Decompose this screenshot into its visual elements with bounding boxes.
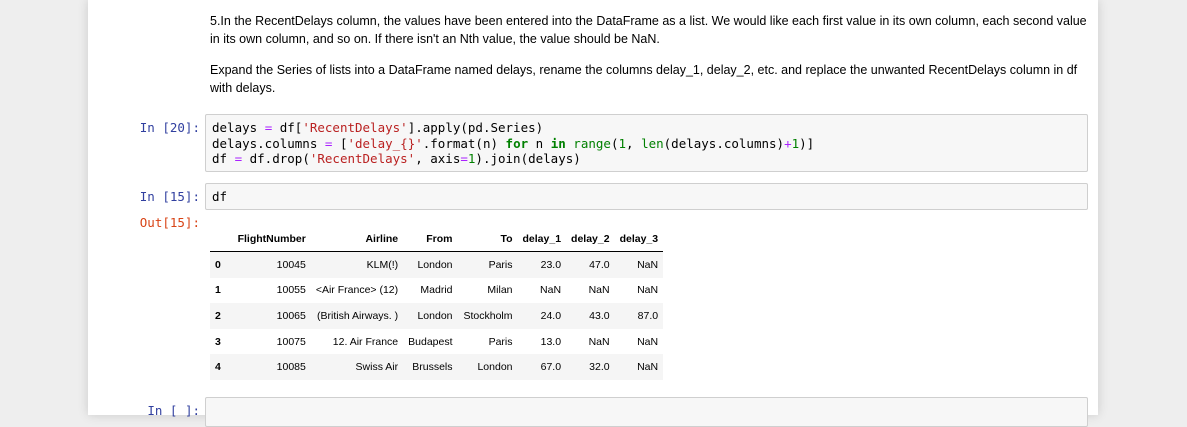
table-cell: Milan (487, 284, 513, 297)
table-header-row: FlightNumber Airline From To delay_1 del… (210, 226, 664, 252)
row-index: 2 (215, 309, 221, 322)
table-cell: NaN (637, 335, 659, 348)
table-cell: Swiss Air (355, 361, 399, 374)
table-cell: 24.0 (540, 309, 562, 322)
column-header: delay_2 (566, 226, 615, 252)
table-cell: NaN (637, 258, 659, 271)
row-index: 0 (215, 258, 221, 271)
table-cell: Paris (488, 335, 513, 348)
table-cell: NaN (637, 361, 659, 374)
table-row: 3 10075 12. Air France Budapest Paris 13… (210, 329, 663, 355)
table-cell: NaN (540, 284, 562, 297)
table-cell: NaN (588, 284, 610, 297)
table-row: 0 10045 KLM(!) London Paris 23.0 47.0 Na… (210, 251, 664, 278)
table-cell: KLM(!) (366, 258, 399, 271)
table-cell: 32.0 (589, 361, 610, 374)
code-cell-input[interactable] (205, 397, 1088, 427)
code-editor[interactable]: df (206, 184, 1087, 209)
table-row: 1 10055 <Air France> (12) Madrid Milan N… (210, 278, 663, 304)
table-cell: NaN (588, 335, 610, 348)
table-cell: London (417, 309, 453, 322)
table-cell: 43.0 (589, 309, 610, 322)
dataframe-table: FlightNumber Airline From To delay_1 del… (210, 226, 664, 380)
markdown-paragraph: 5.In the RecentDelays column, the values… (210, 14, 1087, 46)
column-header: delay_3 (614, 226, 664, 252)
table-cell: NaN (637, 284, 659, 297)
table-cell: Paris (488, 258, 513, 271)
table-cell: London (477, 361, 513, 374)
code-cell-input[interactable]: df (205, 183, 1088, 210)
column-header: FlightNumber (225, 226, 311, 252)
table-cell: 87.0 (637, 309, 659, 322)
output-prompt: Out[15]: (139, 215, 200, 230)
column-header: delay_1 (517, 226, 567, 252)
code-editor[interactable]: delays = df['RecentDelays'].apply(pd.Ser… (206, 115, 1087, 171)
index-header (210, 226, 226, 252)
table-cell: London (417, 258, 453, 271)
markdown-paragraph: Expand the Series of lists into a DataFr… (210, 63, 1078, 95)
table-cell: 10065 (276, 309, 306, 322)
input-prompt: In [20]: (139, 120, 200, 135)
input-prompt: In [15]: (139, 189, 200, 204)
table-cell: <Air France> (12) (315, 284, 399, 297)
column-header: From (403, 226, 458, 252)
table-cell: 12. Air France (332, 335, 399, 348)
table-cell: 67.0 (540, 361, 562, 374)
row-index: 3 (215, 335, 221, 348)
table-cell: Stockholm (463, 309, 513, 322)
table-cell: Budapest (408, 335, 453, 348)
table-row: 4 10085 Swiss Air Brussels London 67.0 3… (210, 354, 664, 380)
column-header: To (457, 226, 518, 252)
table-row: 2 10065 (British Airways. ) London Stock… (210, 303, 664, 329)
row-index: 1 (215, 284, 221, 297)
row-index: 4 (215, 361, 221, 374)
table-cell: Madrid (420, 284, 453, 297)
table-cell: 23.0 (540, 258, 562, 271)
table-cell: 10085 (276, 361, 306, 374)
column-header: Airline (310, 226, 404, 252)
table-cell: 13.0 (540, 335, 562, 348)
code-cell-input[interactable]: delays = df['RecentDelays'].apply(pd.Ser… (205, 114, 1088, 172)
input-prompt: In [ ]: (147, 403, 200, 418)
table-cell: 10075 (276, 335, 306, 348)
table-cell: (British Airways. ) (317, 309, 399, 322)
table-cell: 10055 (276, 284, 306, 297)
table-cell: 47.0 (589, 258, 610, 271)
table-cell: Brussels (412, 361, 453, 374)
notebook-container: 5.In the RecentDelays column, the values… (88, 0, 1098, 427)
table-cell: 10045 (276, 258, 306, 271)
